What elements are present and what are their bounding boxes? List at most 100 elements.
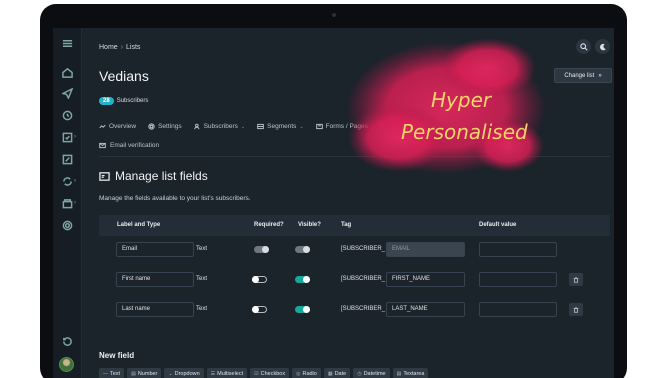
required-toggle <box>254 246 269 253</box>
sidebar-rail: › › › <box>53 28 82 378</box>
field-type: Text <box>196 276 208 282</box>
tab-segments[interactable]: Segments ⌄ <box>257 123 304 130</box>
section-title: Manage list fields <box>115 169 208 183</box>
new-field-datetime-button[interactable]: ◷ Datetime <box>353 368 390 378</box>
new-field-number-button[interactable]: ▤ Number <box>127 368 162 378</box>
date-type-icon: ▦ <box>327 370 333 377</box>
breadcrumb-separator: › <box>120 44 124 51</box>
segments-icon <box>257 123 264 130</box>
field-label-input[interactable]: Last name <box>116 302 194 317</box>
new-field-checkbox-button[interactable]: ☑ Checkbox <box>250 368 290 378</box>
chip-label: Textarea <box>403 370 425 377</box>
breadcrumb: Home › Lists <box>99 44 140 51</box>
fields-table-header: Label and Type Required? Visible? Tag De… <box>99 215 610 236</box>
chip-label: Multiselect <box>217 370 244 377</box>
fields-icon <box>99 171 110 181</box>
radio-type-icon: ◎ <box>296 370 301 377</box>
tab-subscribers-label: Subscribers <box>203 123 238 130</box>
header-tag: Tag <box>341 222 352 228</box>
section-description: Manage the fields available to your list… <box>99 195 251 202</box>
default-value-input[interactable] <box>479 242 557 257</box>
tab-segments-label: Segments <box>267 123 297 130</box>
fields-icon <box>380 123 387 130</box>
chevron-down-icon: ⌄ <box>240 123 246 130</box>
visible-toggle[interactable] <box>295 276 310 283</box>
chip-label: Date <box>334 370 347 377</box>
edit-icon[interactable] <box>60 152 75 167</box>
app-screen: › › › Home › Lists Vedians Change list »… <box>53 28 614 378</box>
avatar[interactable] <box>59 357 74 372</box>
new-field-multiselect-button[interactable]: ☰ Multiselect <box>206 368 248 378</box>
tab-overview-label: Overview <box>109 123 137 130</box>
default-value-input[interactable] <box>479 302 557 317</box>
lists-icon[interactable] <box>60 130 75 145</box>
new-field-textarea-button[interactable]: ▤ Textarea <box>392 368 429 378</box>
field-label-input[interactable]: First name <box>116 272 194 287</box>
menu-icon[interactable] <box>60 36 75 51</box>
textarea-type-icon: ▤ <box>396 370 402 377</box>
checkbox-type-icon: ☑ <box>254 370 259 377</box>
delete-field-button[interactable] <box>569 303 583 316</box>
new-field-radio-button[interactable]: ◎ Radio <box>292 368 321 378</box>
gear-icon <box>148 123 155 130</box>
header-label-type: Label and Type <box>117 222 161 228</box>
sync-caret: › <box>74 178 76 184</box>
visible-toggle <box>295 246 310 253</box>
change-list-button[interactable]: Change list » <box>554 68 612 83</box>
datetime-type-icon: ◷ <box>357 370 362 377</box>
field-type: Text <box>196 246 208 252</box>
number-type-icon: ▤ <box>131 370 136 377</box>
default-value-input[interactable] <box>479 272 557 287</box>
tag-input: EMAIL <box>386 242 465 257</box>
tab-subscribers[interactable]: Subscribers ⌄ <box>193 123 246 130</box>
header-required: Required? <box>254 222 284 228</box>
tag-prefix: [SUBSCRIBER_ <box>341 306 386 312</box>
chip-label: Checkbox <box>260 370 286 377</box>
delete-field-button[interactable] <box>569 273 583 286</box>
home-icon[interactable] <box>60 65 75 80</box>
table-row: First name Text [SUBSCRIBER_ FIRST_NAME <box>99 266 610 296</box>
chevron-down-icon: ⌄ <box>299 123 304 130</box>
double-chevron-icon: » <box>598 72 602 79</box>
required-toggle[interactable] <box>252 276 267 283</box>
history-icon[interactable] <box>60 334 75 349</box>
text-type-icon: — <box>103 370 108 377</box>
chip-label: Text <box>110 370 121 377</box>
sync-icon[interactable] <box>60 174 75 189</box>
settings-icon[interactable] <box>60 218 75 233</box>
tab-email-verification[interactable]: Email verification <box>99 142 159 149</box>
main-content: Home › Lists Vedians Change list » 28 Subs… <box>82 28 614 378</box>
field-label-input[interactable]: Email <box>116 242 194 257</box>
visible-toggle[interactable] <box>295 306 310 313</box>
envelope-icon <box>99 142 106 149</box>
breadcrumb-current[interactable]: Lists <box>126 44 140 51</box>
new-field-text-button[interactable]: — Text <box>99 368 125 378</box>
required-toggle[interactable] <box>252 306 267 313</box>
search-button[interactable] <box>576 39 591 54</box>
new-field-date-button[interactable]: ▦ Date <box>323 368 351 378</box>
tab-overview[interactable]: Overview <box>99 123 136 130</box>
tab-forms-pages[interactable]: Forms / Pages <box>315 123 368 130</box>
tag-input[interactable]: LAST_NAME <box>386 302 465 317</box>
subscriber-summary: 28 Subscribers <box>99 97 148 105</box>
theme-toggle-button[interactable] <box>595 39 610 54</box>
forms-icon <box>315 123 323 130</box>
users-icon <box>193 123 199 130</box>
header-default-value: Default value <box>479 222 517 228</box>
tag-prefix: [SUBSCRIBER_ <box>341 246 386 252</box>
timer-icon[interactable] <box>60 108 75 123</box>
breadcrumb-home[interactable]: Home <box>99 44 118 51</box>
overview-icon <box>99 124 106 129</box>
tab-settings-label: Settings <box>158 123 182 130</box>
new-field-dropdown-button[interactable]: ⌄ Dropdown <box>164 368 204 378</box>
tag-input[interactable]: FIRST_NAME <box>386 272 465 287</box>
subscriber-label: Subscribers <box>116 98 149 104</box>
send-icon[interactable] <box>60 86 75 101</box>
promo-text-line1: Hyper <box>431 88 492 112</box>
store-icon[interactable] <box>60 196 75 211</box>
moon-icon <box>599 43 606 50</box>
chip-label: Dropdown <box>174 370 200 377</box>
trash-icon <box>573 276 579 283</box>
new-field-types: — Text ▤ Number ⌄ Dropdown ☰ Multiselect ☑ Ch… <box>99 368 429 378</box>
tab-settings[interactable]: Settings <box>148 123 182 130</box>
